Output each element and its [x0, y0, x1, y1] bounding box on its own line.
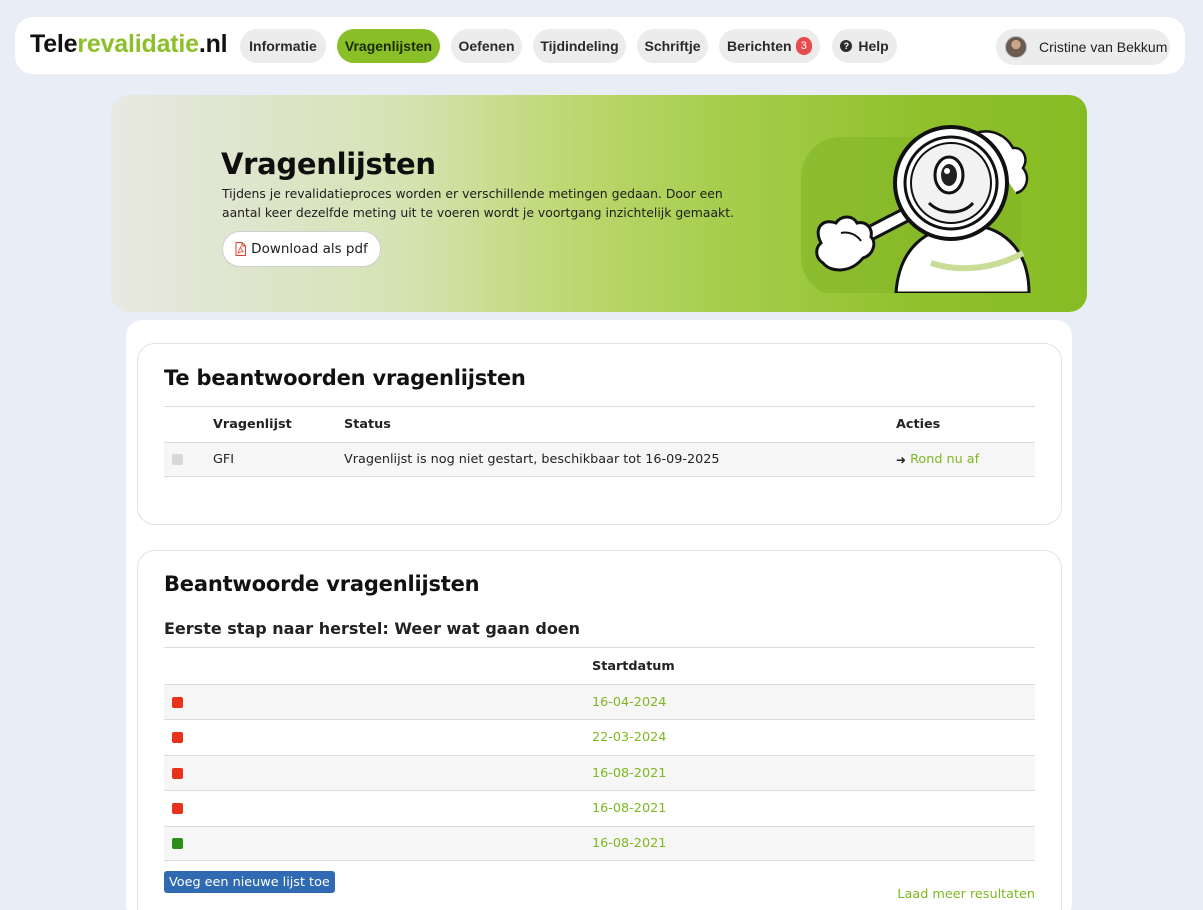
start-date-link[interactable]: 22-03-2024	[592, 720, 666, 755]
questionnaire-name: GFI	[213, 452, 235, 467]
header-actions: Acties	[896, 417, 941, 432]
answered-section-title: Beantwoorde vragenlijsten	[164, 572, 480, 596]
nav-informatie[interactable]: Informatie	[240, 29, 326, 63]
top-navbar: Telerevalidatie.nl Informatie Vragenlijs…	[15, 17, 1185, 74]
nav-berichten[interactable]: Berichten 3	[719, 29, 820, 63]
start-date-link[interactable]: 16-08-2021	[592, 791, 666, 826]
start-date-link[interactable]: 16-08-2021	[592, 756, 666, 790]
add-new-list-button[interactable]: Voeg een nieuwe lijst toe	[164, 871, 335, 893]
start-date-link[interactable]: 16-04-2024	[592, 685, 666, 719]
table-row[interactable]: 16-08-2021	[164, 826, 1035, 861]
complete-now-link[interactable]: ➜ Rond nu af	[896, 443, 979, 476]
table-header-row: Vragenlijst Status Acties	[164, 406, 1035, 442]
page-header-banner: Vragenlijsten Tijdens je revalidatieproc…	[111, 95, 1087, 312]
table-row: GFI Vragenlijst is nog niet gestart, bes…	[164, 442, 1035, 477]
question-circle-icon: ?	[840, 40, 853, 52]
status-indicator	[172, 803, 183, 814]
user-menu[interactable]: Cristine van Bekkum	[996, 29, 1170, 65]
pending-questionnaires-card: Te beantwoorden vragenlijsten Vragenlijs…	[137, 343, 1062, 525]
nav-help[interactable]: ? Help	[832, 29, 897, 63]
status-indicator	[172, 732, 183, 743]
nav-oefenen[interactable]: Oefenen	[451, 29, 522, 63]
nav-tijdindeling[interactable]: Tijdindeling	[533, 29, 626, 63]
questionnaire-group-title: Eerste stap naar herstel: Weer wat gaan …	[164, 619, 581, 638]
page-intro-text: Tijdens je revalidatieproces worden er v…	[222, 186, 735, 220]
pending-section-title: Te beantwoorden vragenlijsten	[164, 366, 526, 390]
nav-schriftje[interactable]: Schriftje	[637, 29, 708, 63]
avatar	[1005, 36, 1027, 58]
download-pdf-button[interactable]: Download als pdf	[222, 231, 381, 267]
answered-questionnaires-card: Beantwoorde vragenlijsten Eerste stap na…	[137, 550, 1062, 910]
status-indicator	[172, 696, 183, 708]
table-row[interactable]: 16-04-2024	[164, 684, 1035, 719]
start-date-link[interactable]: 16-08-2021	[592, 827, 666, 860]
main-content: Te beantwoorden vragenlijsten Vragenlijs…	[126, 320, 1072, 910]
status-indicator	[172, 767, 183, 779]
header-status: Status	[344, 417, 391, 432]
page-title: Vragenlijsten	[221, 147, 436, 181]
load-more-link[interactable]: Laad meer resultaten	[897, 887, 1035, 902]
magnifier-character-illustration	[801, 125, 1031, 293]
table-row[interactable]: 22-03-2024	[164, 719, 1035, 755]
table-header-row: Startdatum	[164, 647, 1035, 684]
table-row[interactable]: 16-08-2021	[164, 755, 1035, 790]
questionnaire-status: Vragenlijst is nog niet gestart, beschik…	[344, 452, 720, 467]
user-name: Cristine van Bekkum	[1039, 39, 1168, 55]
status-indicator	[172, 454, 183, 465]
pdf-file-icon	[235, 242, 247, 256]
status-indicator	[172, 838, 183, 849]
nav-vragenlijsten[interactable]: Vragenlijsten	[337, 29, 440, 63]
header-start-date: Startdatum	[592, 658, 675, 674]
unread-count-badge: 3	[795, 37, 812, 55]
arrow-right-icon: ➜	[896, 452, 907, 467]
table-row[interactable]: 16-08-2021	[164, 790, 1035, 826]
brand-logo[interactable]: Telerevalidatie.nl	[30, 29, 228, 59]
header-questionnaire: Vragenlijst	[213, 417, 292, 432]
